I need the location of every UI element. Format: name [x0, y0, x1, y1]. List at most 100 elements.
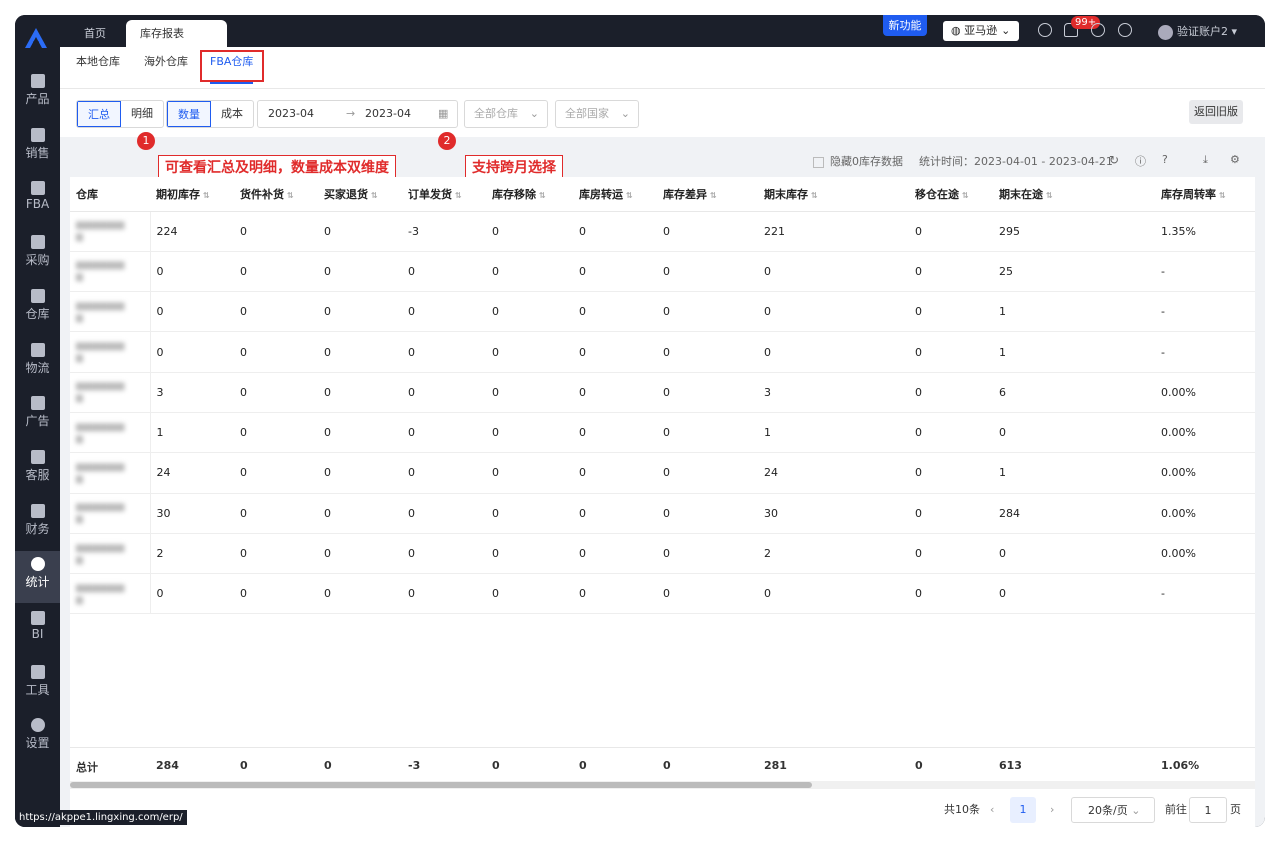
cost-button[interactable]: 成本: [211, 101, 253, 127]
column-header[interactable]: 期末库存 ⇅: [758, 177, 909, 212]
subtab-overseas[interactable]: 海外仓库: [144, 47, 188, 89]
table-cell: 3: [758, 372, 909, 413]
next-page-icon[interactable]: ›: [1050, 797, 1054, 823]
callout-number-1: 1: [137, 132, 155, 150]
tab-inventory-report[interactable]: 库存报表×: [126, 20, 227, 67]
column-header[interactable]: 移仓在途 ⇅: [909, 177, 993, 212]
gear-icon: [30, 718, 45, 733]
shop-select[interactable]: ◍ 亚马逊 ⌄: [943, 21, 1019, 41]
column-header[interactable]: 库存差异 ⇅: [657, 177, 758, 212]
page-size-label: 20条/页: [1088, 804, 1128, 817]
refresh-icon[interactable]: ↻: [1109, 153, 1119, 167]
sidebar-item[interactable]: 物流: [15, 337, 60, 389]
sort-icon[interactable]: ⇅: [1219, 191, 1226, 200]
sort-icon[interactable]: ⇅: [287, 191, 294, 200]
column-header[interactable]: 库存周转率 ⇅: [1155, 177, 1255, 212]
table-cell: 0: [573, 291, 657, 333]
sidebar-item[interactable]: 统计: [15, 551, 60, 604]
sort-icon[interactable]: ⇅: [203, 191, 210, 200]
table-cell: 0: [758, 573, 909, 615]
sidebar-item[interactable]: 设置: [15, 712, 60, 764]
checkbox[interactable]: [813, 156, 824, 168]
table-cell: 0: [657, 573, 758, 615]
detail-button[interactable]: 明细: [121, 101, 163, 127]
sidebar-item-label: FBA: [25, 197, 50, 212]
help-icon[interactable]: ?: [1162, 153, 1168, 166]
sort-icon[interactable]: ⇅: [371, 191, 378, 200]
calendar-icon: ▦: [438, 107, 449, 120]
table-cell: -: [1155, 251, 1255, 293]
summary-button[interactable]: 汇总: [77, 101, 121, 127]
table-cell: 0.00%: [1155, 372, 1255, 413]
country-select[interactable]: 全部国家 ⌄: [555, 100, 639, 128]
back-old-version-button[interactable]: 返回旧版: [1189, 100, 1243, 124]
warehouse-name-redacted: ▆▆▆▆▆▆▆ ▆: [70, 331, 151, 373]
date-end[interactable]: 2023-04: [365, 101, 411, 127]
column-header[interactable]: 订单发货 ⇅: [402, 177, 486, 212]
sidebar-item[interactable]: 工具: [15, 659, 60, 711]
sidebar-item[interactable]: 仓库: [15, 283, 60, 335]
tab-label: 库存报表: [140, 27, 184, 40]
quantity-button[interactable]: 数量: [167, 101, 211, 127]
user-menu[interactable]: 验证账户2 ▾: [1158, 23, 1237, 40]
sidebar-item[interactable]: 客服: [15, 444, 60, 496]
table-row: ▆▆▆▆▆▆▆ ▆ 0 0 0 0 0 0 0 0 0 0-: [70, 573, 1255, 615]
table-cell: 0: [234, 251, 318, 293]
sidebar-item-label: 统计: [25, 575, 50, 590]
prev-page-icon[interactable]: ‹: [990, 797, 994, 823]
scrollbar-thumb[interactable]: [70, 782, 812, 788]
table-cell: 0: [657, 211, 758, 252]
sort-icon[interactable]: ⇅: [811, 191, 818, 200]
download-icon[interactable]: [1038, 23, 1052, 37]
help-icon[interactable]: [1118, 23, 1132, 37]
table-cell: 0: [318, 331, 402, 373]
column-header[interactable]: 库存移除 ⇅: [486, 177, 573, 212]
sidebar-item[interactable]: FBA: [15, 175, 60, 227]
column-header[interactable]: 货件补货 ⇅: [234, 177, 318, 212]
sort-icon[interactable]: ⇅: [626, 191, 633, 200]
headset-icon[interactable]: [1091, 23, 1105, 37]
settings-icon[interactable]: ⚙: [1230, 153, 1240, 166]
page-1-button[interactable]: 1: [1010, 797, 1036, 823]
date-start[interactable]: 2023-04: [268, 101, 314, 127]
new-feature-badge[interactable]: 新功能: [883, 15, 927, 36]
table-cell: 0: [402, 372, 486, 413]
table-cell: 0: [486, 533, 573, 575]
sidebar-item[interactable]: 采购: [15, 229, 60, 281]
horizontal-scrollbar[interactable]: [70, 781, 1255, 789]
column-header[interactable]: 买家退货 ⇅: [318, 177, 402, 212]
sort-icon[interactable]: ⇅: [539, 191, 546, 200]
fba-icon: [30, 181, 45, 196]
sort-icon[interactable]: ⇅: [455, 191, 462, 200]
hide-zero-toggle[interactable]: 隐藏0库存数据: [813, 153, 903, 169]
sale-icon: [30, 127, 45, 142]
table-cell: 0: [318, 251, 402, 293]
subtab-local[interactable]: 本地仓库: [76, 47, 120, 89]
warehouse-select[interactable]: 全部仓库 ⌄: [464, 100, 548, 128]
sidebar-item[interactable]: 财务: [15, 498, 60, 550]
column-header[interactable]: 期末在途 ⇅: [993, 177, 1155, 212]
tab-home[interactable]: 首页: [70, 20, 120, 47]
sidebar-item[interactable]: 销售: [15, 122, 60, 174]
download-icon[interactable]: ⤓: [1203, 153, 1208, 167]
page-size-select[interactable]: 20条/页 ⌄: [1071, 797, 1155, 823]
sidebar-item[interactable]: 广告: [15, 390, 60, 442]
sort-icon[interactable]: ⇅: [710, 191, 717, 200]
table-cell: 0: [234, 211, 318, 252]
date-range-picker[interactable]: 2023-04 → 2023-04 ▦: [257, 100, 458, 128]
chevron-down-icon: ⌄: [620, 107, 630, 120]
table-cell: 2: [150, 533, 234, 575]
sidebar-item[interactable]: BI: [15, 605, 60, 657]
sort-icon[interactable]: ⇅: [962, 191, 969, 200]
column-header[interactable]: 期初库存 ⇅: [150, 177, 234, 212]
sort-icon[interactable]: ⇅: [1046, 191, 1053, 200]
sidebar-item[interactable]: 产品: [15, 68, 60, 120]
total-cell: 0: [579, 759, 587, 772]
column-header-label: 库存移除: [492, 187, 536, 201]
total-cell: -3: [408, 759, 421, 772]
goto-page-input[interactable]: 1: [1189, 797, 1227, 823]
table-cell: 1: [758, 412, 909, 454]
table-cell: 0: [758, 331, 909, 373]
info-icon[interactable]: ⓘ: [1135, 153, 1146, 169]
column-header[interactable]: 库房转运 ⇅: [573, 177, 657, 212]
